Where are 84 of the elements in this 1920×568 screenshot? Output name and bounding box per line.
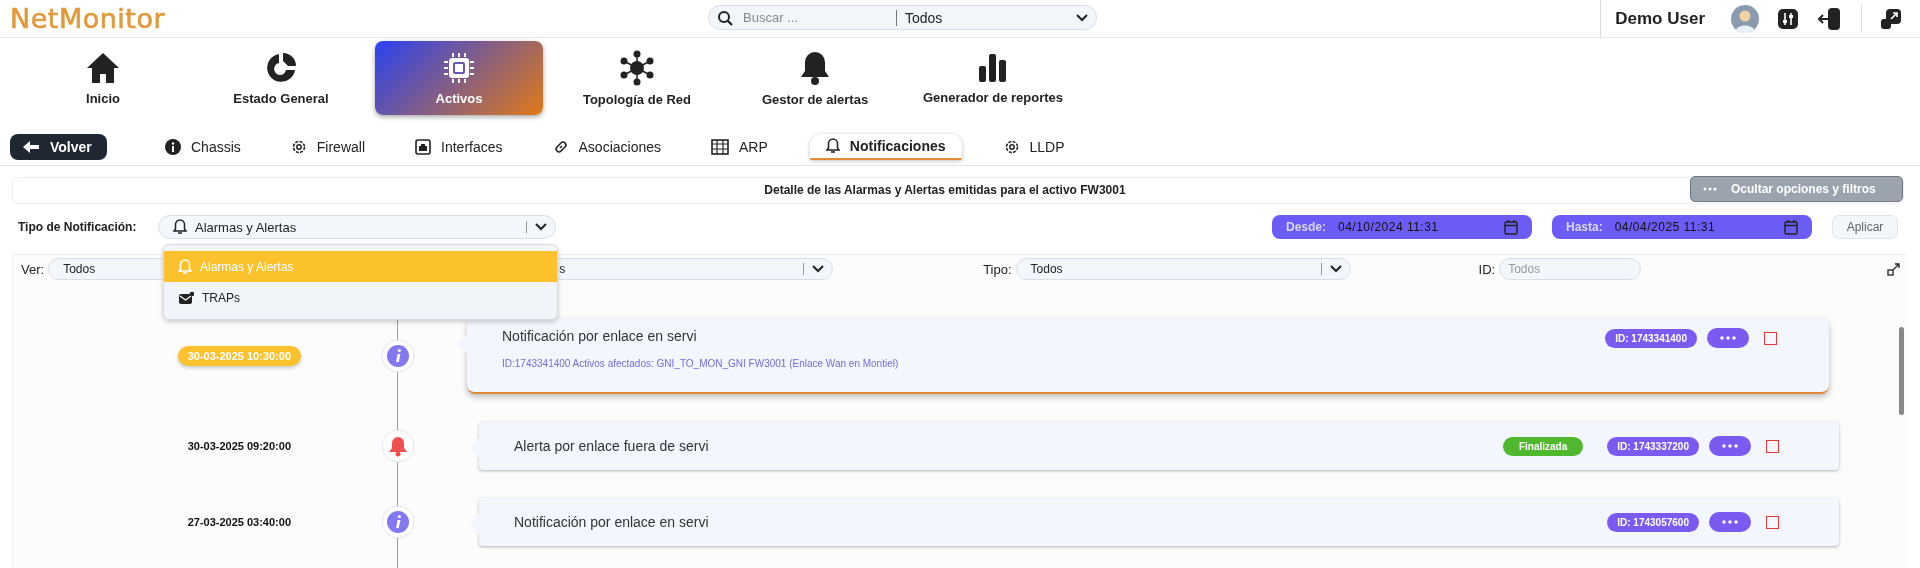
status-badge: Finalizada — [1502, 436, 1584, 456]
network-nodes-icon — [619, 49, 655, 86]
home-icon — [85, 50, 121, 85]
more-icon — [1722, 444, 1738, 448]
notification-type-label: Tipo de Notificación: — [18, 220, 138, 234]
chip-icon — [442, 50, 476, 85]
nav-tab[interactable]: Gestor de alertas — [726, 41, 904, 115]
notification-title: Notificación por enlace en servi — [502, 328, 698, 344]
chevron-down-icon — [535, 223, 547, 231]
info-icon — [381, 505, 415, 539]
bell-icon — [825, 138, 840, 154]
detail-title: Detalle de las Alarmas y Alertas emitidas para el activo FW3001 — [764, 183, 1126, 197]
search-icon — [717, 9, 733, 26]
checkbox[interactable] — [1766, 515, 1779, 529]
nav-tab[interactable]: Generador de reportes — [904, 41, 1082, 115]
nav-tab[interactable]: Inicio — [14, 41, 192, 115]
id-input-field[interactable]: Todos — [1499, 258, 1642, 280]
donut-chart-icon — [264, 50, 298, 85]
expand-icon[interactable] — [1880, 7, 1902, 30]
back-button[interactable]: Volver — [10, 134, 107, 160]
id-badge: ID: 1743057600 — [1607, 512, 1699, 532]
envelope-icon — [178, 290, 194, 305]
more-button[interactable] — [1709, 512, 1751, 532]
bell-icon — [381, 429, 415, 463]
subtab[interactable]: ARP — [703, 134, 776, 160]
type-select[interactable]: Todos — [1015, 258, 1351, 280]
search-scope-select[interactable]: Todos — [896, 9, 1070, 26]
gear-icon — [290, 139, 307, 155]
subtab[interactable]: Asociaciones — [544, 134, 669, 160]
arrow-left-icon — [22, 140, 40, 154]
subtab[interactable]: Chassis — [157, 134, 249, 160]
filter-label: Tipo: — [983, 261, 1012, 277]
ethernet-port-icon — [415, 139, 432, 155]
nav-tab[interactable]: Topología de Red — [548, 41, 726, 115]
subtab[interactable]: Interfaces — [407, 134, 511, 160]
more-button[interactable] — [1707, 328, 1749, 348]
bar-chart-icon — [977, 51, 1009, 84]
info-icon — [381, 339, 415, 373]
date-from-field[interactable]: Desde: 04/10/2024 11:31 — [1272, 215, 1532, 239]
user-name: Demo User — [1615, 8, 1705, 29]
scrollbar[interactable] — [1899, 327, 1904, 415]
chevron-down-icon — [1076, 13, 1088, 22]
more-icon — [1720, 336, 1736, 340]
sliders-icon[interactable] — [1777, 7, 1799, 30]
link-icon — [552, 139, 569, 155]
table-icon — [711, 139, 729, 155]
more-icon — [1703, 187, 1717, 191]
bell-icon — [178, 258, 192, 275]
notification-title: Alerta por enlace fuera de servi — [514, 438, 710, 454]
event-date: 27-03-2025 03:40:00 — [186, 515, 292, 530]
bell-icon — [173, 219, 187, 235]
more-button[interactable] — [1709, 436, 1751, 456]
subtab[interactable]: Notificaciones — [809, 134, 962, 160]
date-to-field[interactable]: Hasta: 04/04/2025 11:31 — [1552, 215, 1812, 239]
gear-icon — [1003, 139, 1020, 155]
chevron-down-icon — [812, 265, 825, 273]
fullscreen-icon[interactable] — [1887, 262, 1900, 276]
notification-title: Notificación por enlace en servi — [514, 514, 710, 530]
avatar-icon[interactable] — [1731, 4, 1759, 33]
bell-icon — [799, 49, 831, 86]
search-field[interactable]: Buscar ... Todos — [708, 5, 1097, 30]
subtab[interactable]: Firewall — [282, 134, 374, 160]
checkbox[interactable] — [1764, 331, 1777, 345]
id-badge: ID: 1743341400 — [1605, 328, 1697, 348]
info-icon — [165, 139, 181, 155]
dropdown-option[interactable]: TRAPs — [164, 282, 557, 313]
id-badge: ID: 1743337200 — [1607, 436, 1699, 456]
notification-type-select[interactable]: Alarmas y Alertas — [158, 215, 556, 239]
calendar-icon — [1504, 219, 1518, 235]
checkbox[interactable] — [1766, 439, 1779, 453]
filter-label: Ver: — [21, 261, 45, 277]
filter-label: ID: — [1478, 261, 1496, 277]
apply-button[interactable]: Aplicar — [1832, 215, 1898, 239]
nav-tab[interactable]: Activos — [375, 41, 543, 115]
event-date: 30-03-2025 10:30:00 — [177, 346, 301, 366]
chevron-down-icon — [1329, 265, 1342, 273]
notification-detail: ID:1743341400 Activos afectados: GNI_TO_MON_GNI FW3001 (Enlace Wan en Montiel) — [502, 358, 900, 369]
app-logo: NetMonitor — [10, 3, 166, 34]
logout-icon[interactable] — [1817, 6, 1843, 31]
calendar-icon — [1784, 219, 1798, 235]
more-icon — [1722, 520, 1738, 524]
nav-tab[interactable]: Estado General — [192, 41, 370, 115]
subtab[interactable]: LLDP — [995, 134, 1073, 160]
event-date: 30-03-2025 09:20:00 — [186, 439, 292, 454]
